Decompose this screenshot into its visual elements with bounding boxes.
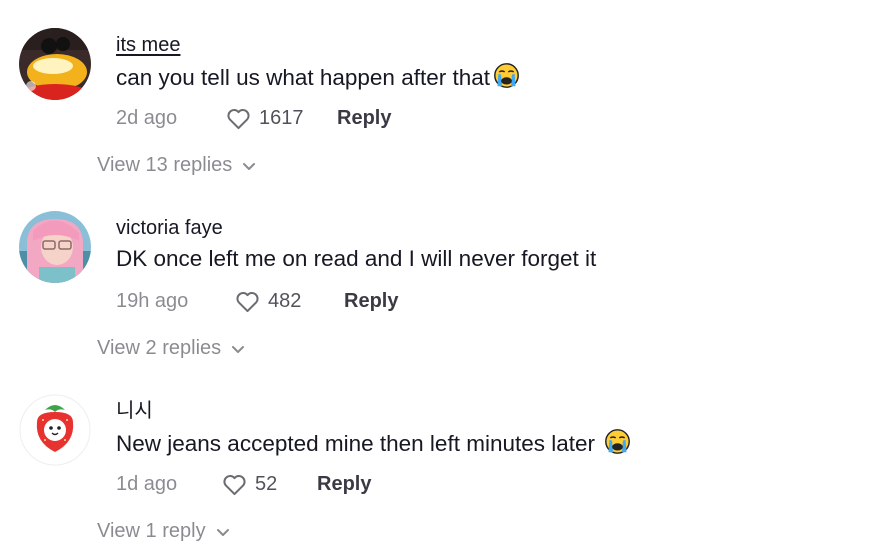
comment-timestamp: 19h ago bbox=[116, 289, 189, 312]
like-count: 1617 bbox=[259, 106, 304, 129]
heart-icon bbox=[227, 108, 250, 129]
comment-timestamp: 1d ago bbox=[116, 472, 178, 495]
chevron-down-icon bbox=[216, 528, 229, 536]
view-replies-label: View 2 replies bbox=[97, 337, 222, 359]
view-replies-button[interactable]: View 2 replies bbox=[97, 337, 246, 360]
comment-text-content: can you tell us what happen after that bbox=[116, 65, 490, 90]
heart-icon bbox=[236, 291, 259, 312]
view-replies-button[interactable]: View 13 replies bbox=[97, 154, 257, 177]
reply-button[interactable]: Reply bbox=[317, 470, 371, 498]
comment-item: its mee can you tell us what happen afte… bbox=[0, 0, 881, 183]
reply-button[interactable]: Reply bbox=[337, 104, 391, 132]
comment-timestamp: 2d ago bbox=[116, 106, 178, 129]
like-button[interactable]: 482 bbox=[234, 287, 301, 315]
comment-item: victoria faye DK once left me on read an… bbox=[0, 183, 881, 366]
avatar[interactable] bbox=[19, 211, 91, 283]
comment-text: can you tell us what happen after that bbox=[116, 62, 520, 92]
comment-text: DK once left me on read and I will never… bbox=[116, 245, 596, 273]
username[interactable]: 니시 bbox=[116, 399, 153, 423]
like-button[interactable]: 52 bbox=[221, 470, 277, 498]
view-replies-label: View 13 replies bbox=[97, 154, 233, 176]
heart-icon bbox=[223, 474, 246, 495]
reply-button[interactable]: Reply bbox=[344, 287, 398, 315]
username[interactable]: its mee bbox=[116, 33, 180, 57]
like-count: 52 bbox=[255, 472, 278, 495]
view-replies-button[interactable]: View 1 reply bbox=[97, 520, 231, 543]
comment-text-content: DK once left me on read and I will never… bbox=[116, 246, 597, 271]
username[interactable]: victoria faye bbox=[116, 216, 223, 240]
comment-text: New jeans accepted mine then left minute… bbox=[116, 428, 631, 458]
chevron-down-icon bbox=[232, 345, 245, 353]
comment-text-content: New jeans accepted mine then left minute… bbox=[116, 431, 602, 456]
loudly-crying-face-icon bbox=[604, 428, 631, 455]
like-count: 482 bbox=[268, 289, 302, 312]
avatar[interactable] bbox=[19, 394, 91, 466]
chevron-down-icon bbox=[243, 162, 256, 170]
view-replies-label: View 1 reply bbox=[97, 520, 206, 542]
avatar[interactable] bbox=[19, 28, 91, 100]
comment-item: 니시 New jeans accepted mine then left min… bbox=[0, 366, 881, 549]
loudly-crying-face-icon bbox=[493, 62, 520, 89]
like-button[interactable]: 1617 bbox=[225, 104, 304, 132]
